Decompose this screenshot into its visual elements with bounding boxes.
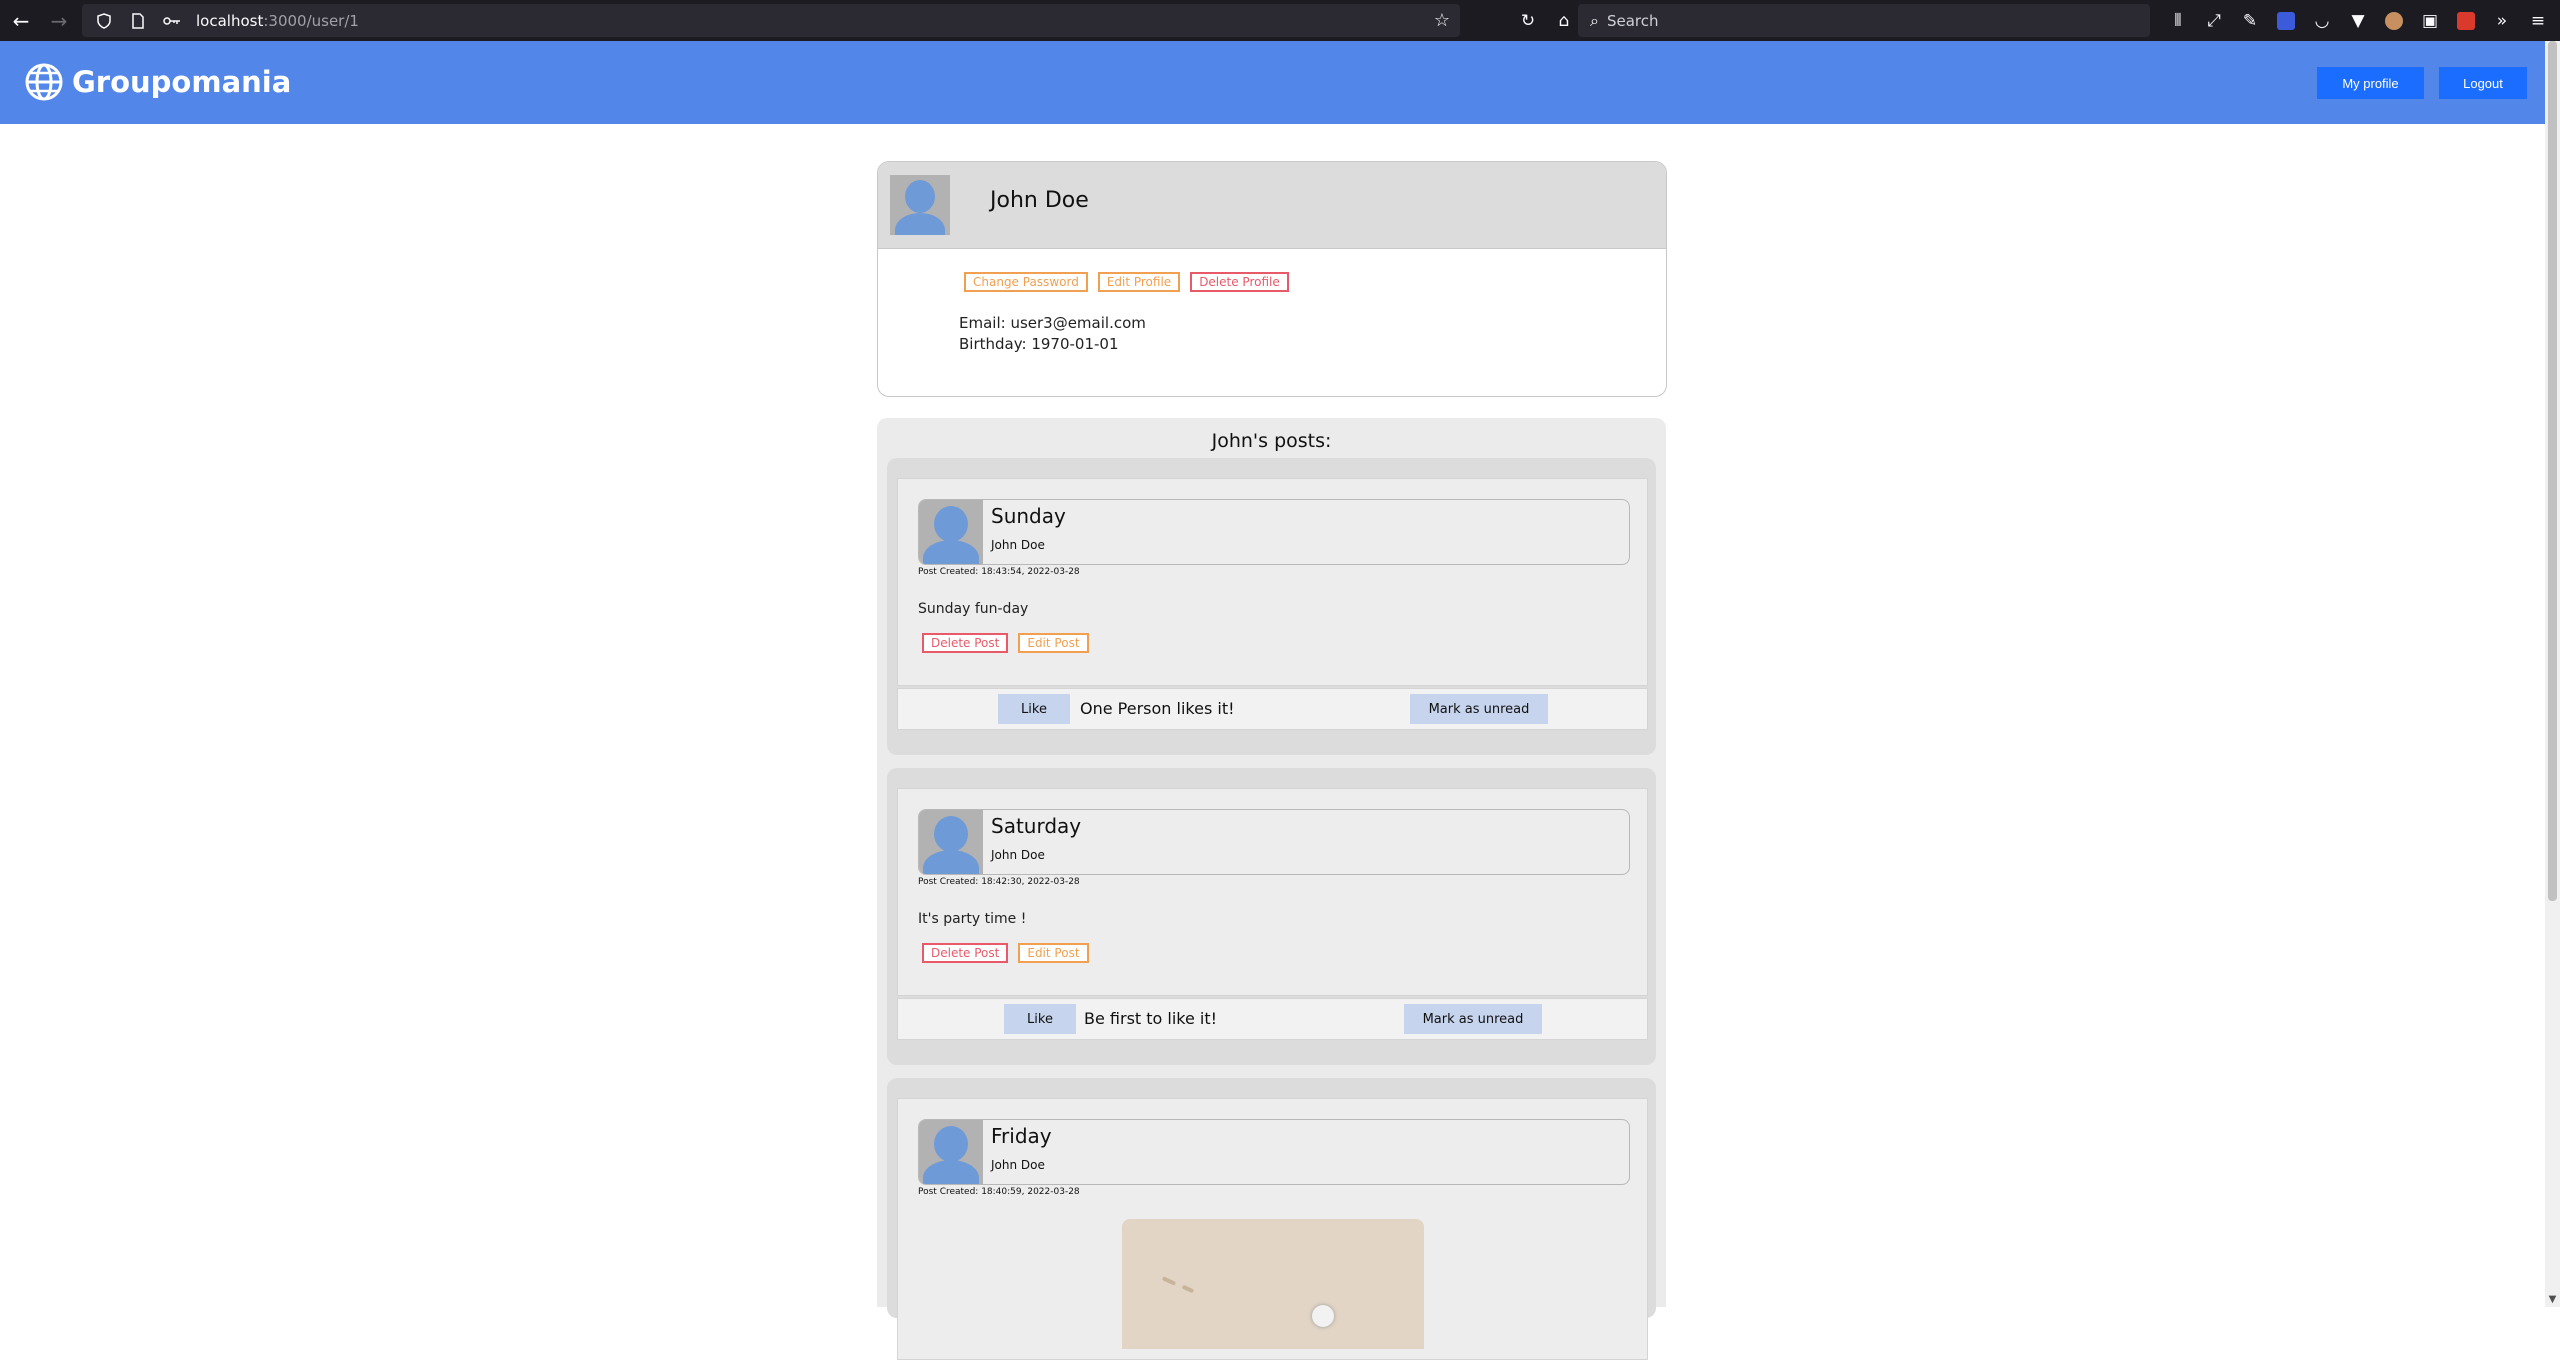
profile-card: John Doe Change Password Edit Profile De… [877, 161, 1667, 397]
post-footer: Like One Person likes it! Mark as unread [897, 688, 1648, 730]
post-content: Sunday John Doe Post Created: 18:43:54, … [897, 478, 1648, 686]
post-image [1122, 1219, 1424, 1349]
post-author[interactable]: John Doe [991, 538, 1045, 552]
post-body: It's party time ! [918, 911, 1027, 927]
search-icon: ⌕ [1590, 10, 1599, 30]
post-header: Friday John Doe [918, 1119, 1630, 1185]
profile-email: Email: user3@email.com [959, 314, 1146, 332]
page-icon [126, 9, 150, 33]
back-arrow-icon[interactable]: ← [4, 4, 38, 38]
avatar [919, 810, 983, 874]
profile-name: John Doe [990, 188, 1089, 213]
post-title[interactable]: Friday [991, 1124, 1052, 1148]
post-header: Sunday John Doe [918, 499, 1630, 565]
library-icon[interactable]: ⫴ [2160, 4, 2196, 37]
url-host: localhost [196, 11, 264, 30]
post-created: Post Created: 18:43:54, 2022-03-28 [918, 567, 1080, 577]
vue-devtools-icon[interactable]: ▼ [2340, 4, 2376, 37]
change-password-button[interactable]: Change Password [964, 272, 1088, 292]
post-actions: Delete Post Edit Post [922, 633, 1089, 653]
delete-post-button[interactable]: Delete Post [922, 633, 1009, 653]
brand-logo[interactable]: Groupomania [24, 62, 291, 102]
post-header: Saturday John Doe [918, 809, 1630, 875]
posts-section: John's posts: Sunday John Doe Post Creat… [877, 418, 1666, 1360]
like-button[interactable]: Like [1004, 1004, 1076, 1034]
screenshot-icon[interactable]: ▣ [2412, 4, 2448, 37]
bookmark-star-icon[interactable]: ☆ [1430, 9, 1454, 33]
profile-birthday: Birthday: 1970-01-01 [959, 335, 1119, 353]
search-bar[interactable]: ⌕ Search [1578, 4, 2150, 37]
avatar [919, 500, 983, 564]
like-button[interactable]: Like [998, 694, 1070, 724]
extension-blue-icon[interactable] [2268, 4, 2304, 37]
post-author[interactable]: John Doe [991, 1158, 1045, 1172]
forward-arrow-icon[interactable]: → [42, 4, 76, 38]
post-actions: Delete Post Edit Post [922, 943, 1089, 963]
url-path: :3000/user/1 [263, 11, 359, 30]
post-footer: Like Be first to like it! Mark as unread [897, 998, 1648, 1040]
address-bar[interactable]: localhost:3000/user/1 ☆ [82, 4, 1460, 37]
profile-info: Email: user3@email.com Birthday: 1970-01… [959, 313, 1146, 355]
my-profile-button[interactable]: My profile [2317, 67, 2424, 99]
delete-profile-button[interactable]: Delete Profile [1190, 272, 1289, 292]
posts-title: John's posts: [1211, 430, 1332, 452]
logout-button[interactable]: Logout [2439, 67, 2527, 99]
avatar [890, 175, 950, 235]
post-created: Post Created: 18:40:59, 2022-03-28 [918, 1187, 1080, 1197]
fullscreen-icon[interactable]: ⤢ [2196, 4, 2232, 37]
post-card: Saturday John Doe Post Created: 18:42:30… [887, 768, 1656, 1065]
key-icon[interactable] [160, 9, 184, 33]
edit-post-button[interactable]: Edit Post [1018, 633, 1089, 653]
page-scrollbar[interactable]: ▼ [2545, 41, 2560, 1307]
pocket-icon[interactable]: ◡ [2304, 4, 2340, 37]
edit-post-button[interactable]: Edit Post [1018, 943, 1089, 963]
avatar [919, 1120, 983, 1184]
post-content: Saturday John Doe Post Created: 18:42:30… [897, 788, 1648, 996]
url-text[interactable]: localhost:3000/user/1 [196, 12, 359, 30]
post-author[interactable]: John Doe [991, 848, 1045, 862]
shield-icon[interactable] [92, 9, 116, 33]
globe-icon [25, 63, 63, 101]
overflow-chevron-icon[interactable]: » [2484, 4, 2520, 37]
profile-actions: Change Password Edit Profile Delete Prof… [964, 272, 1289, 292]
scrollbar-thumb[interactable] [2548, 41, 2557, 901]
eyedropper-icon[interactable]: ✎ [2232, 4, 2268, 37]
post-created: Post Created: 18:42:30, 2022-03-28 [918, 877, 1080, 887]
brand-name: Groupomania [72, 65, 292, 99]
post-content: Friday John Doe Post Created: 18:40:59, … [897, 1098, 1648, 1360]
post-title[interactable]: Sunday [991, 504, 1066, 528]
post-title[interactable]: Saturday [991, 814, 1081, 838]
post-card: Sunday John Doe Post Created: 18:43:54, … [887, 458, 1656, 755]
search-placeholder: Search [1606, 11, 1659, 30]
mark-unread-button[interactable]: Mark as unread [1410, 694, 1548, 724]
site-header: Groupomania My profile Logout [0, 41, 2545, 124]
extensions-toolbar: ⫴ ⤢ ✎ ◡ ▼ ▣ » ≡ [2160, 4, 2556, 37]
delete-post-button[interactable]: Delete Post [922, 943, 1009, 963]
mark-unread-button[interactable]: Mark as unread [1404, 1004, 1542, 1034]
edit-profile-button[interactable]: Edit Profile [1097, 272, 1181, 292]
scroll-down-arrow-icon[interactable]: ▼ [2545, 1294, 2560, 1305]
post-card: Friday John Doe Post Created: 18:40:59, … [887, 1078, 1656, 1360]
profile-header: John Doe [878, 162, 1666, 249]
extension-red-icon[interactable] [2448, 4, 2484, 37]
likes-count-text: One Person likes it! [1080, 699, 1235, 718]
menu-icon[interactable]: ≡ [2520, 4, 2556, 37]
home-icon[interactable]: ⌂ [1546, 4, 1582, 37]
post-body: Sunday fun-day [918, 601, 1029, 617]
reload-icon[interactable]: ↻ [1510, 4, 1546, 37]
browser-toolbar: ← → localhost:3000/user/1 ☆ ↻ ⌂ ⌕ Search… [0, 0, 2560, 41]
extension-face-icon[interactable] [2376, 4, 2412, 37]
likes-count-text: Be first to like it! [1084, 1009, 1218, 1028]
